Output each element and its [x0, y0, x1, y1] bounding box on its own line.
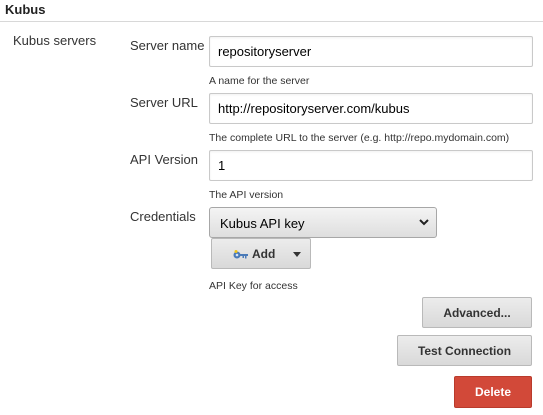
test-connection-button[interactable]: Test Connection — [397, 335, 532, 366]
server-name-help: A name for the server — [209, 75, 310, 87]
api-version-help: The API version — [209, 189, 284, 201]
server-url-input[interactable] — [209, 93, 533, 124]
section-header: Kubus — [0, 0, 543, 22]
add-credentials-button[interactable]: Add — [211, 238, 311, 269]
credentials-select[interactable]: Kubus API key — [209, 207, 437, 238]
key-icon — [233, 250, 248, 259]
server-name-input[interactable] — [209, 36, 533, 67]
kubus-servers-label: Kubus servers — [13, 33, 97, 48]
credentials-help: API Key for access — [209, 280, 298, 292]
credentials-label: Credentials — [130, 209, 196, 224]
chevron-down-icon — [419, 219, 429, 226]
server-url-label: Server URL — [130, 95, 198, 110]
credentials-selected-value: Kubus API key — [220, 216, 305, 231]
api-version-input[interactable] — [209, 150, 533, 181]
server-name-label: Server name — [130, 38, 205, 53]
advanced-button[interactable]: Advanced... — [422, 297, 532, 328]
server-url-help: The complete URL to the server (e.g. htt… — [209, 132, 510, 144]
dropdown-caret-icon — [293, 252, 301, 257]
api-version-label: API Version — [130, 152, 198, 167]
section-title: Kubus — [5, 2, 46, 17]
delete-button[interactable]: Delete — [454, 376, 532, 408]
add-button-label: Add — [252, 247, 276, 261]
